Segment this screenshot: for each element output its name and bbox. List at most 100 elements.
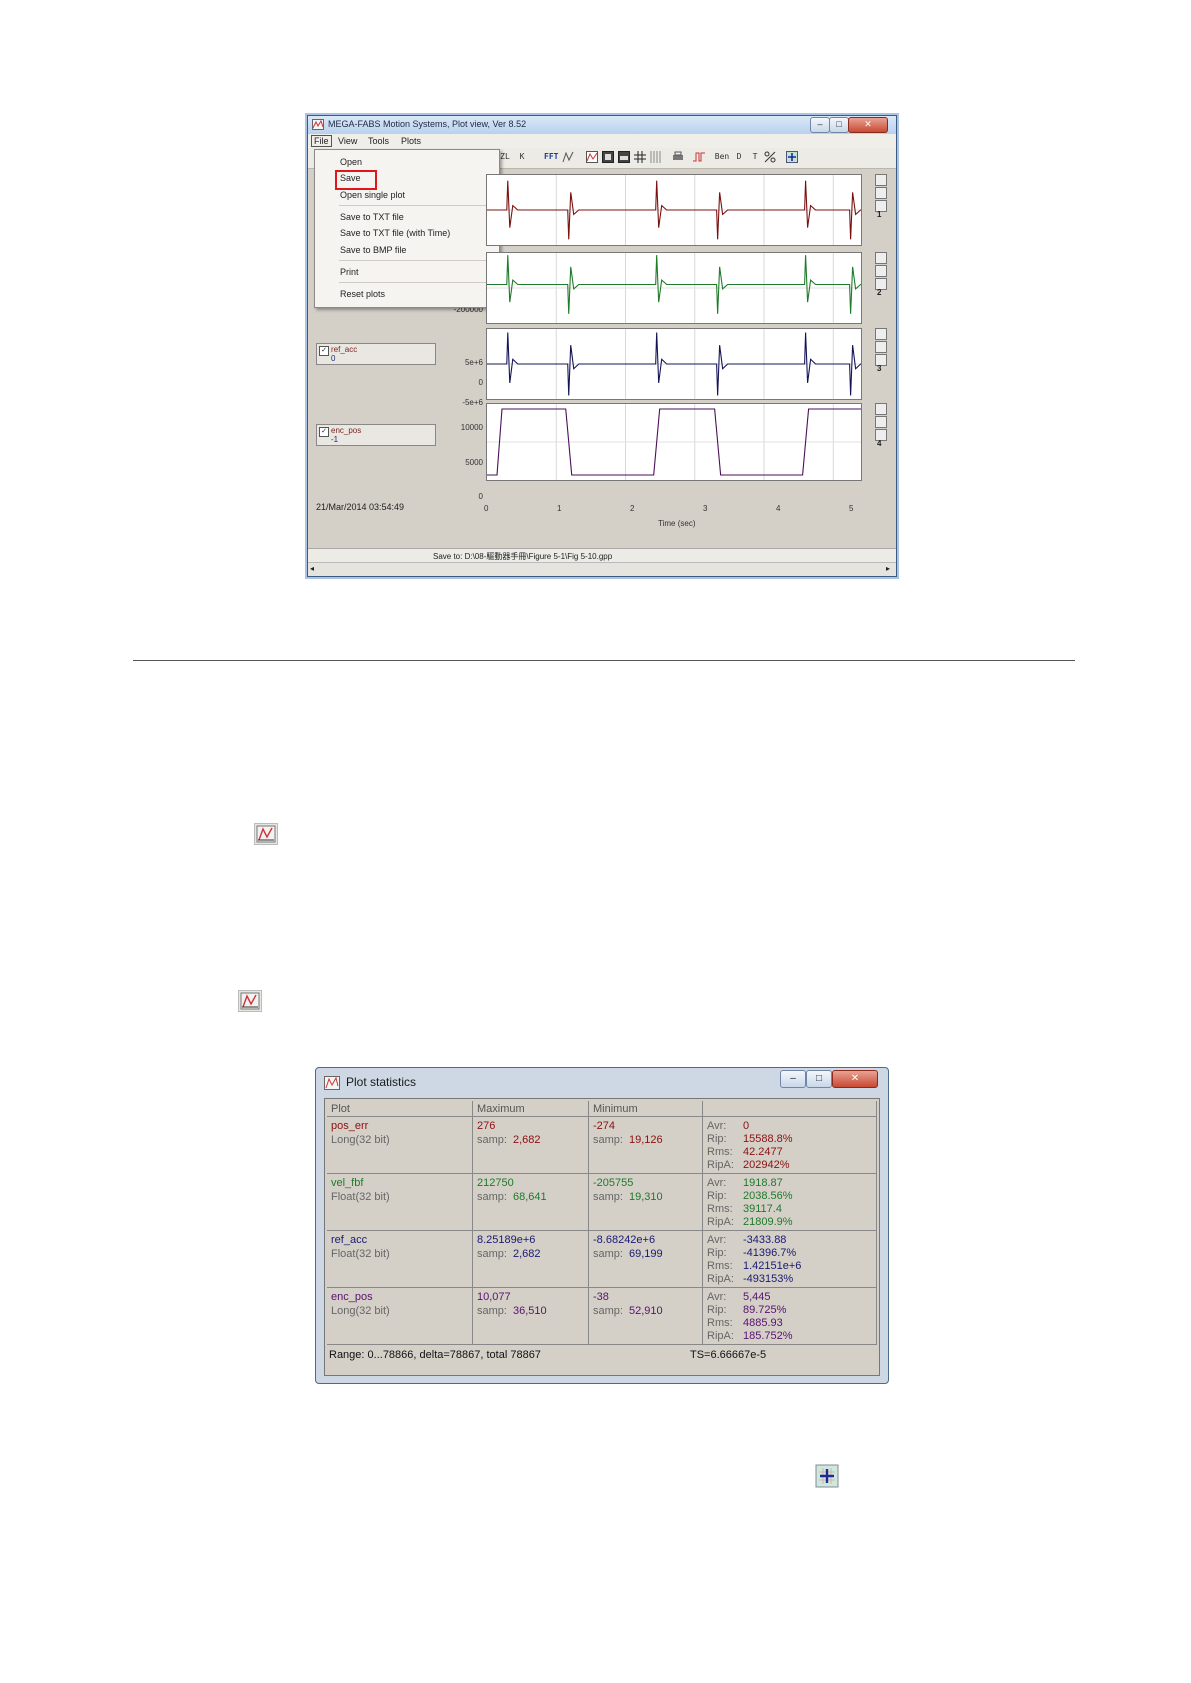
title-bar[interactable]: MEGA-FABS Motion Systems, Plot view, Ver… <box>308 116 896 134</box>
max-sample: 2,682 <box>513 1248 541 1260</box>
x-tick: 4 <box>776 504 781 513</box>
trace-side-tools <box>875 174 887 213</box>
fft-button[interactable]: FFT <box>544 151 558 163</box>
close-button[interactable]: ✕ <box>832 1070 878 1088</box>
maximize-button[interactable]: □ <box>829 117 849 133</box>
trace-tool-button[interactable] <box>875 403 887 415</box>
trace-tool-button[interactable] <box>875 416 887 428</box>
stats-window-icon <box>324 1076 340 1090</box>
stats-window-title: Plot statistics <box>346 1075 417 1089</box>
menu-item-save-bmp[interactable]: Save to BMP file <box>340 245 406 255</box>
trace-tool-button[interactable] <box>875 328 887 340</box>
signal-ref-acc[interactable]: ✓ ref_acc 0 <box>316 343 436 365</box>
max-value: 212750 <box>477 1177 514 1189</box>
menu-plots[interactable]: Plots <box>401 136 421 146</box>
checkbox[interactable]: ✓ <box>319 346 329 356</box>
trace-line <box>487 255 861 314</box>
signal-enc-pos[interactable]: ✓ enc_pos -1 <box>316 424 436 446</box>
d-button[interactable]: D <box>733 151 745 163</box>
vertical-grid-icon[interactable] <box>649 151 661 163</box>
image-icon[interactable] <box>602 151 614 163</box>
max-value: 276 <box>477 1120 496 1132</box>
statistics-icon <box>238 990 262 1012</box>
menu-view[interactable]: View <box>338 136 357 146</box>
stat-label: Rip: <box>707 1304 727 1316</box>
menu-file[interactable]: File <box>311 135 332 147</box>
maximum-cell: 8.25189e+6 samp: 2,682 <box>473 1231 589 1288</box>
print-icon[interactable] <box>672 151 684 163</box>
statistics-panel: Plot Maximum Minimum pos_err Long(32 bit) 276… <box>324 1098 880 1376</box>
stat-label: Rms: <box>707 1317 733 1329</box>
samp-label: samp: <box>477 1191 507 1203</box>
trace-tool-button[interactable] <box>875 187 887 199</box>
minimize-button[interactable]: – <box>780 1070 806 1088</box>
plot-type: Float(32 bit) <box>331 1191 390 1203</box>
max-sample: 68,641 <box>513 1191 547 1203</box>
stat-value-avr: 0 <box>743 1120 750 1132</box>
samp-label: samp: <box>477 1305 507 1317</box>
max-value: 10,077 <box>477 1291 511 1303</box>
stats-cell: Avr: 5,445 Rip: 89.725% Rms: 4885.93 RipA: 185.… <box>703 1288 877 1345</box>
min-value: -274 <box>593 1120 616 1132</box>
trace-4[interactable] <box>486 403 862 481</box>
pulse-icon[interactable] <box>693 151 705 163</box>
trace-tool-button[interactable] <box>875 174 887 186</box>
horizontal-scrollbar[interactable]: ◂ ▸ <box>308 562 896 576</box>
menu-tools[interactable]: Tools <box>368 136 389 146</box>
header-label: Plot <box>331 1103 350 1115</box>
trace-1[interactable] <box>486 174 862 246</box>
statistics-table: Plot Maximum Minimum pos_err Long(32 bit) 276… <box>327 1101 877 1345</box>
t-button[interactable]: T <box>749 151 761 163</box>
k-button[interactable]: K <box>516 151 528 163</box>
plot-type: Long(32 bit) <box>331 1305 390 1317</box>
stat-value-rms: 42.2477 <box>743 1146 783 1158</box>
header-label: Minimum <box>593 1103 638 1115</box>
menu-item-save[interactable]: Save <box>340 173 361 183</box>
min-sample: 69,199 <box>629 1248 663 1260</box>
scroll-right-icon[interactable]: ▸ <box>886 564 890 573</box>
percent-icon[interactable] <box>764 151 776 163</box>
horizontal-divider <box>133 660 1075 661</box>
checkbox[interactable]: ✓ <box>319 427 329 437</box>
stat-label: Rms: <box>707 1146 733 1158</box>
app-icon <box>312 119 324 130</box>
trace-tool-button[interactable] <box>875 252 887 264</box>
menu-item-save-txt-time[interactable]: Save to TXT file (with Time) <box>340 228 450 238</box>
trace-tool-button[interactable] <box>875 265 887 277</box>
x-axis-label: Time (sec) <box>658 519 696 528</box>
minimize-button[interactable]: – <box>810 117 830 133</box>
menu-item-save-txt[interactable]: Save to TXT file <box>340 212 404 222</box>
menu-item-print[interactable]: Print <box>340 267 359 277</box>
trace-2[interactable] <box>486 252 862 324</box>
ben-button[interactable]: Ben <box>714 151 730 163</box>
stat-plot-icon[interactable] <box>586 151 598 163</box>
minimum-cell: -205755 samp: 19,310 <box>589 1174 703 1231</box>
plot-cell: vel_fbf Float(32 bit) <box>327 1174 473 1231</box>
y-label: 5000 <box>465 458 483 467</box>
stat-label: Rip: <box>707 1133 727 1145</box>
image2-icon[interactable] <box>618 151 630 163</box>
stat-value-ripa: 21809.9% <box>743 1216 793 1228</box>
samp-label: samp: <box>593 1248 623 1260</box>
x-tick: 5 <box>849 504 854 513</box>
zoom-label-button[interactable]: ZL <box>498 151 512 163</box>
cursor-icon[interactable] <box>786 151 798 163</box>
statistics-icon[interactable] <box>562 151 574 163</box>
header-label: Maximum <box>477 1103 525 1115</box>
grid-icon[interactable] <box>634 151 646 163</box>
minimum-cell: -8.68242e+6 samp: 69,199 <box>589 1231 703 1288</box>
min-value: -205755 <box>593 1177 634 1189</box>
stat-value-rms: 39117.4 <box>743 1203 782 1215</box>
y-label: 10000 <box>460 423 483 432</box>
trace-tool-button[interactable] <box>875 341 887 353</box>
trace-3[interactable] <box>486 328 862 400</box>
menu-item-reset-plots[interactable]: Reset plots <box>340 289 385 299</box>
stats-cell: Avr: 0 Rip: 15588.8% Rms: 42.2477 RipA: 202942% <box>703 1117 877 1174</box>
menu-item-open[interactable]: Open <box>340 157 362 167</box>
close-button[interactable]: ✕ <box>848 117 888 133</box>
stat-value-rip: 2038.56% <box>743 1190 793 1202</box>
scroll-left-icon[interactable]: ◂ <box>310 564 314 573</box>
plot-type: Long(32 bit) <box>331 1134 390 1146</box>
menu-item-open-single-plot[interactable]: Open single plot <box>340 190 405 200</box>
maximize-button[interactable]: □ <box>806 1070 832 1088</box>
